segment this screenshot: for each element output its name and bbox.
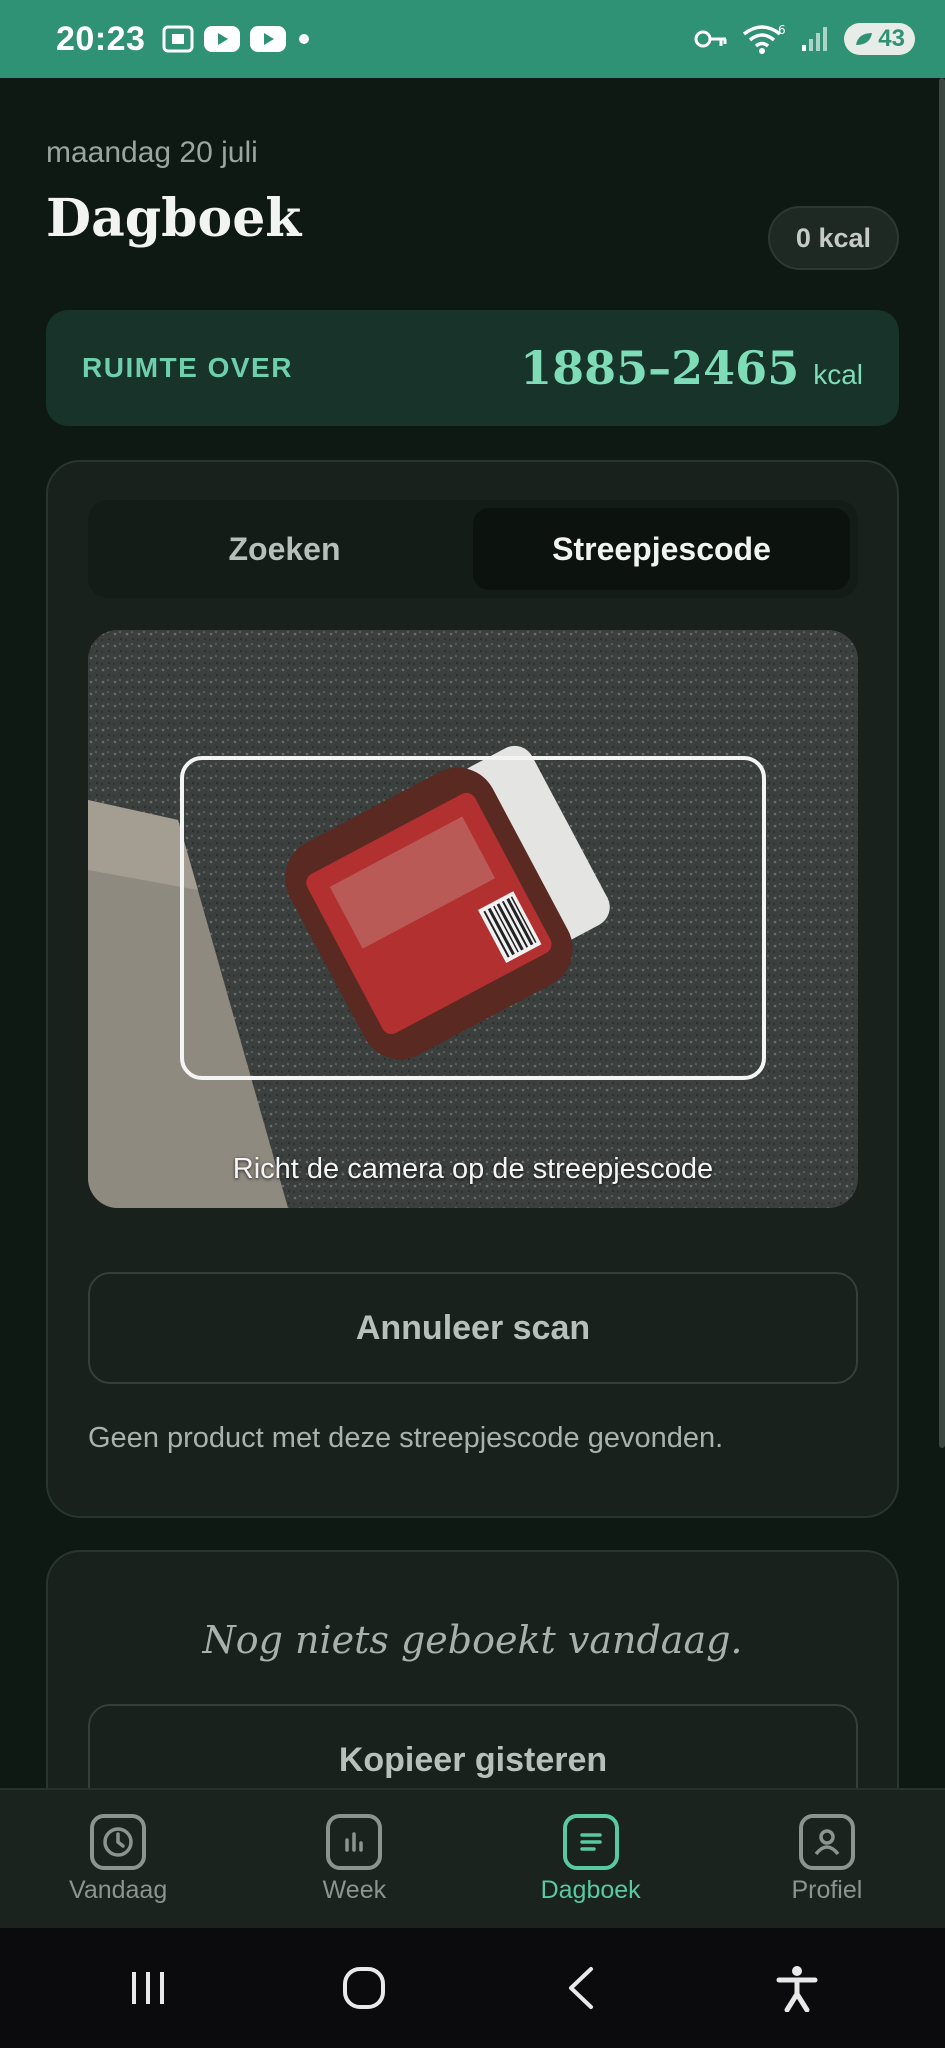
nav-label-diary: Dagboek <box>540 1875 641 1904</box>
list-icon <box>562 1813 619 1870</box>
youtube-icon <box>249 25 287 53</box>
nav-item-profile[interactable]: Profiel <box>709 1790 945 1928</box>
input-mode-tabs: Zoeken Streepjescode <box>88 500 858 598</box>
tab-search[interactable]: Zoeken <box>96 508 473 590</box>
status-bar: 20:23 6 43 <box>0 0 945 78</box>
camera-preview[interactable]: Richt de camera op de streepjescode <box>88 630 858 1208</box>
key-icon <box>694 28 728 50</box>
wifi-icon: 6 <box>742 22 786 56</box>
current-date: maandag 20 juli <box>46 136 258 169</box>
battery-level: 43 <box>878 25 905 52</box>
scan-result-message: Geen product met deze streepjescode gevo… <box>88 1422 724 1454</box>
tab-barcode[interactable]: Streepjescode <box>473 508 850 590</box>
main-content: maandag 20 juli Dagboek 0 kcal RUIMTE OV… <box>0 78 945 1788</box>
leaf-icon <box>856 33 873 45</box>
nav-label-today: Vandaag <box>69 1875 168 1904</box>
status-notification-icons <box>161 24 313 54</box>
user-icon <box>798 1813 855 1870</box>
clock-icon <box>90 1813 147 1870</box>
scrollbar[interactable] <box>939 78 945 1448</box>
remaining-value: 1885–2465 <box>520 341 800 395</box>
youtube-icon <box>203 25 241 53</box>
wifi-badge: 6 <box>778 23 786 37</box>
remaining-value-group: 1885–2465 kcal <box>520 341 863 395</box>
scanner-card: Zoeken Streepjescode Richt de camera op … <box>46 460 899 1518</box>
copy-yesterday-button[interactable]: Kopieer gisteren <box>88 1704 858 1788</box>
system-navigation-bar <box>0 1928 945 2048</box>
nav-label-profile: Profiel <box>791 1875 863 1904</box>
nav-item-diary[interactable]: Dagboek <box>473 1790 709 1928</box>
bottom-navigation: Vandaag Week Dagboek Profiel <box>0 1788 945 1928</box>
notification-dot-icon <box>295 30 313 48</box>
remaining-unit: kcal <box>813 359 863 390</box>
nav-item-today[interactable]: Vandaag <box>0 1790 236 1928</box>
status-time: 20:23 <box>56 19 146 58</box>
back-icon[interactable] <box>541 1948 621 2028</box>
empty-log-text: Nog niets geboekt vandaag. <box>202 1618 743 1662</box>
page-title: Dagboek <box>46 188 302 249</box>
nav-label-week: Week <box>322 1875 387 1904</box>
scan-target-frame <box>180 756 766 1080</box>
kcal-total-badge[interactable]: 0 kcal <box>767 206 899 270</box>
nav-item-week[interactable]: Week <box>236 1790 472 1928</box>
food-log-card: Nog niets geboekt vandaag. Kopieer giste… <box>46 1550 899 1788</box>
accessibility-icon[interactable] <box>757 1948 837 2028</box>
camera-hint: Richt de camera op de streepjescode <box>232 1153 714 1185</box>
bar-chart-icon <box>326 1813 383 1870</box>
remaining-kcal-banner: RUIMTE OVER 1885–2465 kcal <box>46 310 899 426</box>
home-icon[interactable] <box>324 1948 404 2028</box>
recent-apps-icon[interactable] <box>108 1948 188 2028</box>
remaining-label: RUIMTE OVER <box>82 352 293 383</box>
cancel-scan-button[interactable]: Annuleer scan <box>88 1272 858 1384</box>
signal-icon <box>800 25 830 53</box>
screenshot-icon <box>161 24 195 54</box>
status-system-icons: 6 43 <box>694 22 915 56</box>
battery-indicator: 43 <box>844 23 915 55</box>
